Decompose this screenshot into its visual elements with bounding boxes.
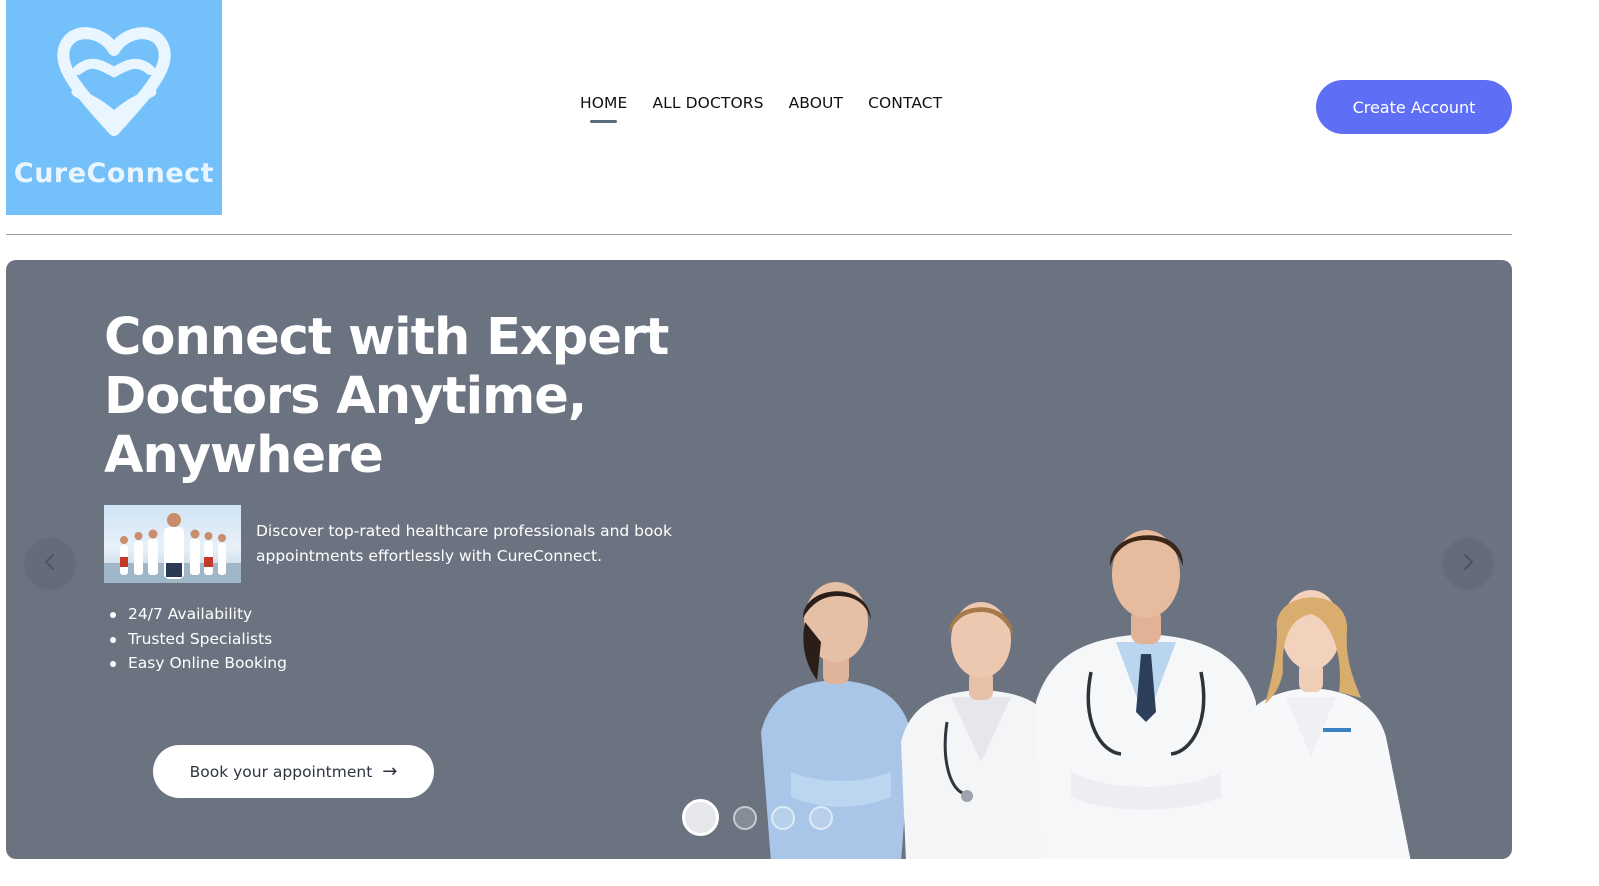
list-item: 24/7 Availability (110, 602, 287, 627)
hero-description: Discover top-rated healthcare profession… (256, 522, 672, 565)
carousel-dot-3[interactable] (771, 805, 795, 830)
page: CureConnect HOME ALL DOCTORS ABOUT CONTA… (0, 0, 1599, 886)
list-item: Trusted Specialists (110, 627, 287, 652)
nav-home[interactable]: HOME (580, 94, 627, 123)
arrow-right-icon: → (382, 761, 398, 782)
carousel-dots (682, 799, 833, 836)
nav-about[interactable]: ABOUT (789, 94, 843, 112)
hero-carousel: Connect with Expert Doctors Anytime, Any… (6, 260, 1512, 859)
carousel-dot-2[interactable] (733, 805, 757, 830)
carousel-dot-4[interactable] (809, 805, 833, 830)
list-item: Easy Online Booking (110, 651, 287, 676)
create-account-button[interactable]: Create Account (1316, 80, 1512, 134)
header-divider (6, 234, 1512, 235)
feature-list: 24/7 Availability Trusted Specialists Ea… (110, 602, 287, 676)
nav-all-doctors[interactable]: ALL DOCTORS (652, 94, 763, 112)
main-nav: HOME ALL DOCTORS ABOUT CONTACT (580, 94, 942, 123)
carousel-dot-1[interactable] (682, 799, 719, 836)
nav-contact[interactable]: CONTACT (868, 94, 942, 112)
book-appointment-button[interactable]: Book your appointment → (153, 745, 434, 798)
carousel-next-button[interactable] (1444, 538, 1492, 586)
brand-logo[interactable]: CureConnect (6, 0, 222, 215)
heart-logo-icon (57, 27, 171, 136)
hero-title: Connect with Expert Doctors Anytime, Any… (104, 308, 669, 485)
doctors-thumbnail-image (104, 505, 241, 583)
chevron-left-icon (44, 553, 55, 571)
chevron-right-icon (1463, 553, 1474, 571)
doctors-group-image (761, 530, 1411, 859)
book-appointment-label: Book your appointment (189, 762, 373, 781)
brand-name: CureConnect (13, 158, 215, 189)
carousel-prev-button[interactable] (26, 538, 74, 586)
